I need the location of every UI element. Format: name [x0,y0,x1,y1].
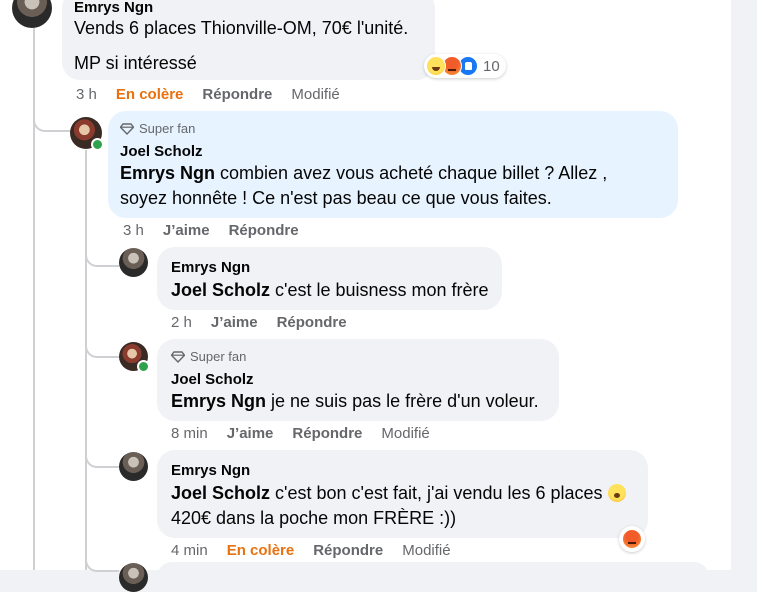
comments-panel: Emrys Ngn Vends 6 places Thionville-OM, … [0,0,731,592]
thread-line [85,150,87,570]
mention-link[interactable]: Joel Scholz [171,483,270,503]
comment-bubble: Super fan Joel Scholz Emrys Ngn combien … [108,111,678,218]
comment-text-body: je ne suis pas le frère d'un voleur. [266,391,539,411]
like-button[interactable]: J’aime [211,313,258,332]
reply-button[interactable]: Répondre [292,424,362,443]
comment-actions: 8 min J’aime Répondre Modifié [171,424,430,443]
comment-timestamp[interactable]: 2 h [171,313,192,332]
comment-actions: 2 h J’aime Répondre [171,313,347,332]
thread-connector [33,104,71,132]
shocked-emoji-icon [607,484,626,502]
reply-button[interactable]: Répondre [202,85,272,104]
comment-actions: 3 h J’aime Répondre [123,221,299,240]
reactions-summary[interactable] [619,526,645,552]
comment-actions: 4 min En colère Répondre Modifié [171,541,451,560]
thread-connector [85,550,119,572]
super-fan-badge: Super fan [171,348,547,365]
comment-author[interactable]: Joel Scholz [120,142,666,161]
comment-author[interactable]: Emrys Ngn [74,0,423,17]
avatar[interactable] [119,563,148,592]
comment-text: Emrys Ngn combien avez vous acheté chaqu… [120,161,666,186]
badge-label: Super fan [190,349,247,364]
super-fan-badge: Super fan [120,120,666,137]
reply-button[interactable]: Répondre [313,541,383,560]
online-status-icon [137,360,150,373]
page-background [731,0,757,570]
comment-bubble [157,562,709,592]
comment-text-body: combien avez vous acheté chaque billet ?… [215,163,608,183]
avatar[interactable] [119,248,148,277]
reactions-summary[interactable]: 10 [424,54,506,78]
online-status-icon [91,138,104,151]
comment-text: Emrys Ngn je ne suis pas le frère d'un v… [171,389,547,414]
thread-connector [85,330,119,358]
reaction-count: 10 [483,57,500,75]
comment-timestamp[interactable]: 3 h [123,221,144,240]
like-button[interactable]: J’aime [227,424,274,443]
comment-bubble: Emrys Ngn Joel Scholz c'est le buisness … [157,247,502,310]
comment-author[interactable]: Joel Scholz [171,370,547,389]
comment-bubble: Emrys Ngn Joel Scholz c'est bon c'est fa… [157,450,648,538]
mention-link[interactable]: Emrys Ngn [171,391,266,411]
comment-text: 420€ dans la poche mon FRÈRE :)) [171,508,457,528]
edited-label: Modifié [381,425,430,442]
comment-author[interactable]: Emrys Ngn [171,258,490,277]
reaction-button[interactable]: En colère [227,541,295,560]
comment-text: Joel Scholz c'est bon c'est fait, j'ai v… [171,481,636,506]
thread-connector [85,240,119,267]
edited-label: Modifié [402,542,451,559]
comment-text: Vends 6 places Thionville-OM, 70€ l'unit… [74,18,409,38]
reply-button[interactable]: Répondre [277,313,347,332]
comment-timestamp[interactable]: 8 min [171,424,208,443]
comment-text: soyez honnête ! Ce n'est pas beau ce que… [120,188,552,208]
mention-link[interactable]: Joel Scholz [171,280,270,300]
comment-text: Joel Scholz c'est le buisness mon frère [171,278,490,303]
comment-timestamp[interactable]: 3 h [76,85,97,104]
reply-button[interactable]: Répondre [229,221,299,240]
angry-icon [622,529,642,549]
comment-bubble: Super fan Joel Scholz Emrys Ngn je ne su… [157,339,559,421]
comment-text: MP si intéressé [74,53,197,73]
mention-link[interactable]: Emrys Ngn [120,163,215,183]
comment-actions: 3 h En colère Répondre Modifié [76,85,340,104]
edited-label: Modifié [291,86,340,103]
diamond-icon [171,350,185,363]
badge-label: Super fan [139,121,196,136]
avatar[interactable] [12,0,52,28]
reaction-button[interactable]: En colère [116,85,184,104]
comment-text-body: c'est le buisness mon frère [270,280,489,300]
avatar[interactable] [119,452,148,481]
like-button[interactable]: J’aime [163,221,210,240]
comment-text-body: c'est bon c'est fait, j'ai vendu les 6 p… [270,483,603,503]
diamond-icon [120,122,134,135]
comment-timestamp[interactable]: 4 min [171,541,208,560]
thread-connector [85,440,119,468]
comment-author[interactable]: Emrys Ngn [171,461,636,480]
comment-bubble: Emrys Ngn Vends 6 places Thionville-OM, … [62,0,435,80]
haha-icon [426,56,446,76]
